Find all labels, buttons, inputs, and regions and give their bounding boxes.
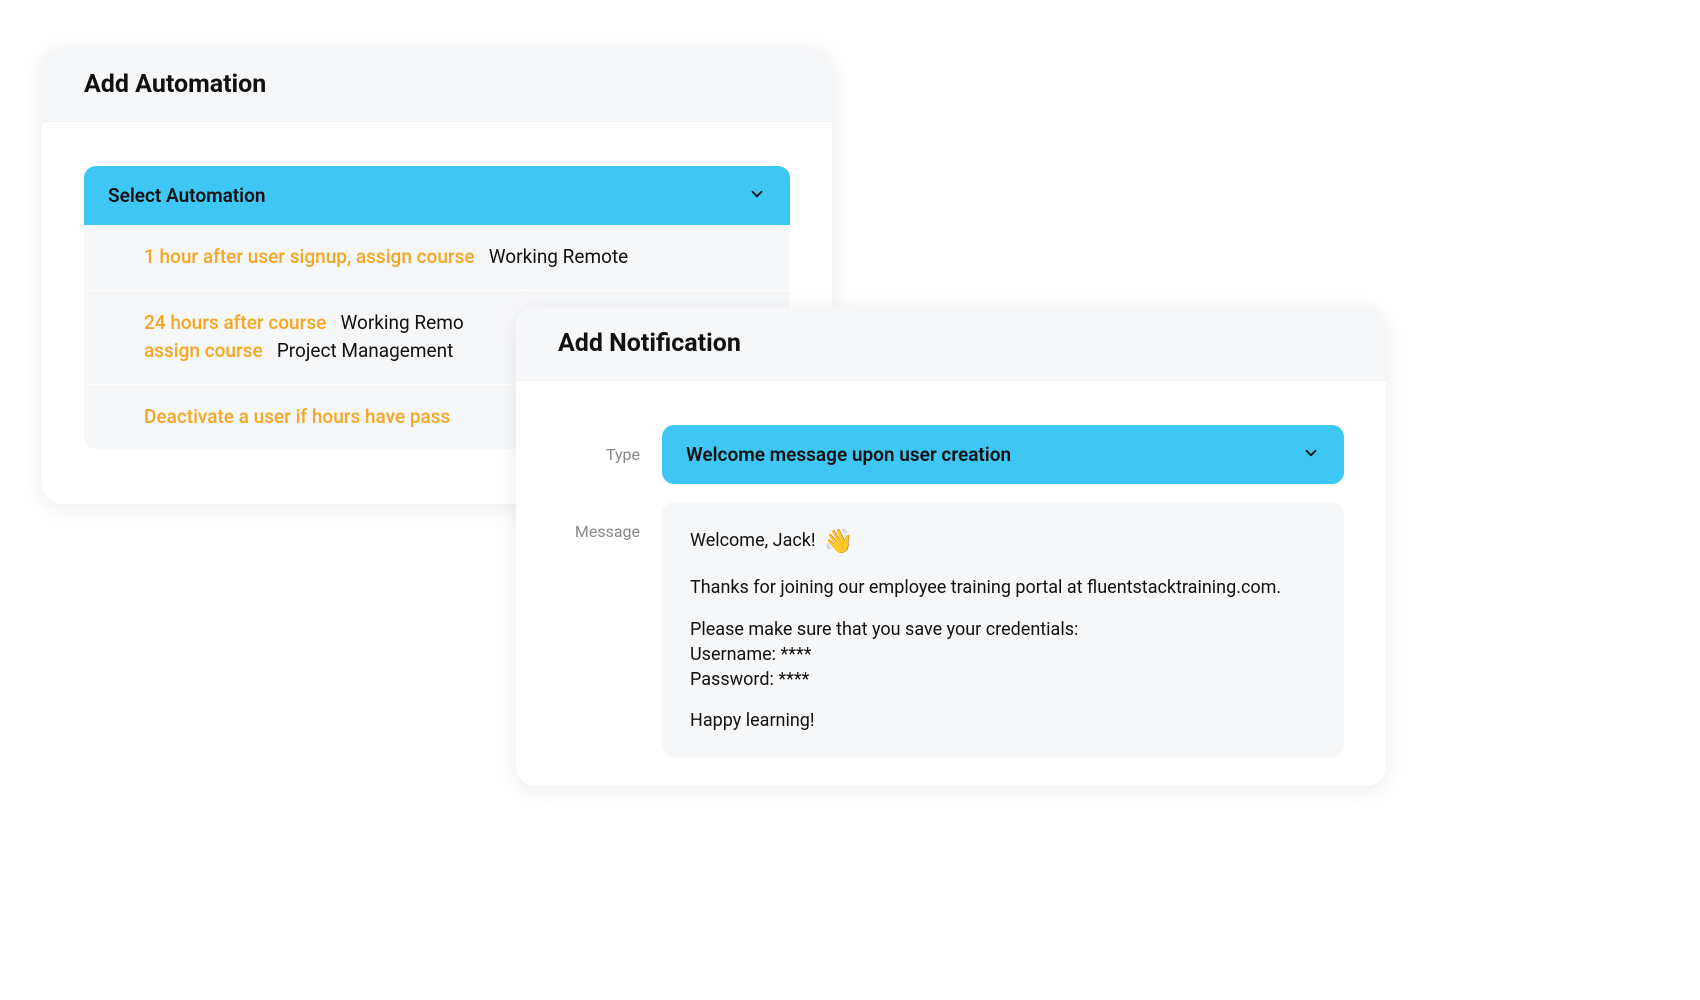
select-automation-label: Select Automation (108, 184, 265, 207)
automation-item-1-trigger: 1 hour after user signup, assign course (144, 245, 475, 268)
message-field-label: Message (554, 502, 640, 541)
notification-type-row: Type Welcome message upon user creation (554, 425, 1344, 484)
automation-item-2-trigger1: 24 hours after course (144, 311, 326, 334)
message-greeting-text: Welcome, Jack! (690, 528, 816, 554)
message-greeting: Welcome, Jack! 👋 (690, 524, 1316, 559)
notification-card-body: Type Welcome message upon user creation … (516, 381, 1386, 786)
message-line1: Thanks for joining our employee training… (690, 575, 1316, 601)
automation-item-3-value: hours have pass (312, 405, 450, 428)
select-automation-dropdown[interactable]: Select Automation (84, 166, 790, 225)
add-notification-card: Add Notification Type Welcome message up… (516, 307, 1386, 786)
type-field-label: Type (554, 425, 640, 464)
chevron-down-icon (748, 185, 766, 207)
message-username-line: Username: **** (690, 642, 1316, 667)
notification-type-select[interactable]: Welcome message upon user creation (662, 425, 1344, 484)
automation-card-header: Add Automation (42, 48, 832, 122)
automation-card-title: Add Automation (84, 70, 790, 99)
message-credentials-intro: Please make sure that you save your cred… (690, 617, 1316, 642)
automation-item-2-value1: Working Remo (340, 311, 463, 334)
message-password-line: Password: **** (690, 667, 1316, 692)
notification-type-selected: Welcome message upon user creation (686, 443, 1011, 466)
message-credentials: Please make sure that you save your cred… (690, 617, 1316, 693)
notification-message-row: Message Welcome, Jack! 👋 Thanks for join… (554, 502, 1344, 757)
automation-item-2-trigger2: assign course (144, 339, 263, 362)
automation-item-2-value2: Project Management (277, 339, 454, 362)
automation-item-1[interactable]: 1 hour after user signup, assign course … (84, 225, 790, 291)
message-closing: Happy learning! (690, 708, 1316, 734)
notification-card-header: Add Notification (516, 307, 1386, 381)
notification-card-title: Add Notification (558, 329, 1344, 358)
chevron-down-icon (1302, 444, 1320, 466)
automation-item-3-trigger: Deactivate a user if (144, 405, 307, 428)
wave-emoji-icon: 👋 (824, 524, 854, 559)
notification-message-textarea[interactable]: Welcome, Jack! 👋 Thanks for joining our … (662, 502, 1344, 757)
automation-item-1-value: Working Remote (489, 245, 629, 268)
